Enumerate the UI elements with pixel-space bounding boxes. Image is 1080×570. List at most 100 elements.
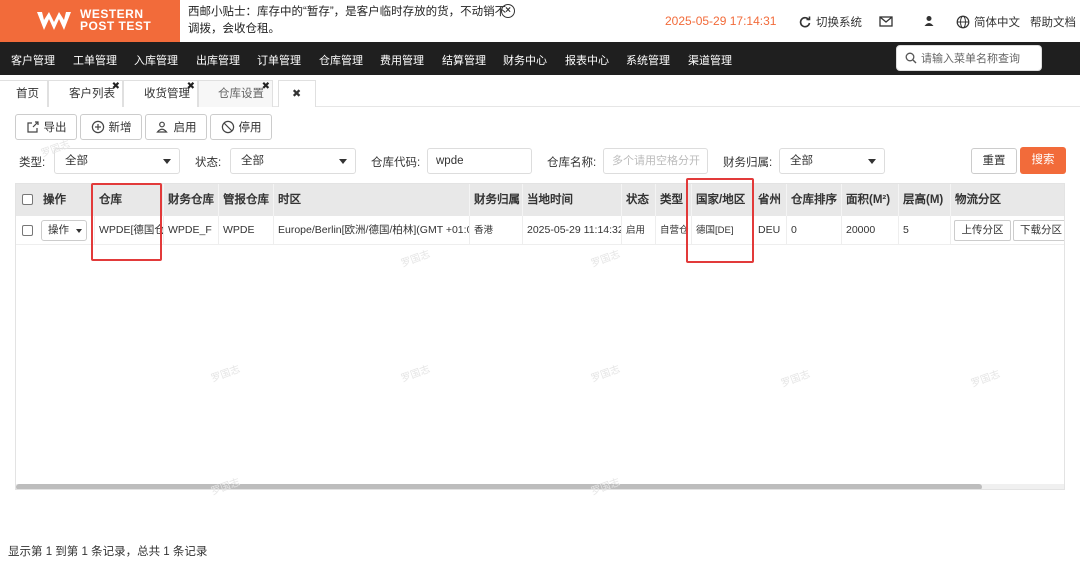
col-warehouse[interactable]: 仓库	[95, 184, 164, 216]
finance-owner-label: 财务归属:	[723, 157, 773, 169]
tab-label: 客户列表	[69, 88, 115, 100]
close-all-icon: ✖	[292, 88, 302, 100]
horizontal-scrollbar[interactable]	[16, 484, 1064, 489]
close-tab-icon[interactable]: ✖	[187, 82, 195, 92]
close-tip-icon[interactable]: ×	[501, 4, 515, 18]
finance-owner-value: 全部	[790, 155, 813, 167]
globe-icon	[956, 15, 970, 29]
warehouse-name-label: 仓库名称:	[547, 157, 597, 169]
cell-local-time: 2025-05-29 11:14:32	[523, 216, 622, 245]
enable-button[interactable]: 启用	[145, 114, 207, 140]
row-op-dropdown[interactable]: 操作	[41, 220, 87, 241]
nav-reports[interactable]: 报表中心	[565, 52, 609, 68]
tab-home[interactable]: 首页	[0, 80, 48, 107]
nav-fees[interactable]: 费用管理	[380, 52, 424, 68]
add-button[interactable]: 新增	[80, 114, 142, 140]
nav-inbound[interactable]: 入库管理	[134, 52, 178, 68]
scrollbar-thumb[interactable]	[16, 484, 982, 489]
nav-system[interactable]: 系统管理	[626, 52, 670, 68]
nav-channels[interactable]: 渠道管理	[688, 52, 732, 68]
export-icon	[26, 121, 39, 133]
cell-sort: 0	[787, 216, 842, 245]
tab-label: 收货管理	[144, 88, 190, 100]
search-button[interactable]: 搜索	[1020, 147, 1066, 174]
row-checkbox[interactable]	[22, 225, 33, 236]
tab-label: 首页	[16, 88, 39, 100]
mail-button[interactable]	[879, 14, 893, 28]
tip-banner: 西邮小贴士：库存中的“暂存”，是客户临时存放的货，不动销不调拨，会收仓租。	[188, 6, 507, 35]
upload-zone-button[interactable]: 上传分区	[954, 220, 1011, 241]
col-finance-owner[interactable]: 财务归属	[470, 184, 523, 216]
cell-status: 启用	[622, 216, 656, 245]
download-zone-button[interactable]: 下载分区	[1013, 220, 1064, 241]
warehouse-code-input[interactable]: wpde	[427, 148, 532, 174]
warehouse-code-label: 仓库代码:	[371, 157, 421, 169]
page-tabs: 首页 客户列表 ✖ 收货管理 ✖ 仓库设置 ✖ ✖	[0, 75, 1080, 107]
caret-down-icon	[339, 159, 347, 164]
logo-text: WESTERN POST TEST	[80, 7, 152, 33]
caret-down-icon	[868, 159, 876, 164]
col-op: 操作	[39, 184, 93, 216]
add-label: 新增	[108, 122, 132, 134]
tab-label: 仓库设置	[218, 88, 264, 100]
col-province[interactable]: 省州	[754, 184, 787, 216]
col-finance-wh[interactable]: 财务仓库	[164, 184, 219, 216]
col-status[interactable]: 状态	[622, 184, 656, 216]
tab-warehouse-settings[interactable]: 仓库设置 ✖	[198, 80, 273, 107]
nav-ticket[interactable]: 工单管理	[73, 52, 117, 68]
status-select[interactable]: 全部	[230, 148, 356, 174]
nav-finance[interactable]: 财务中心	[503, 52, 547, 68]
cell-area: 20000	[842, 216, 899, 245]
col-logistics-zone[interactable]: 物流分区	[951, 184, 1064, 216]
nav-orders[interactable]: 订单管理	[257, 52, 301, 68]
export-button[interactable]: 导出	[15, 114, 77, 140]
table-header: 操作 仓库 财务仓库 管报仓库 时区 财务归属 当地时间 状态 类型 国家/地区…	[16, 184, 1064, 216]
close-tab-icon[interactable]: ✖	[112, 82, 120, 92]
menu-search-placeholder: 请输入菜单名称查询	[921, 53, 1020, 65]
type-select[interactable]: 全部	[54, 148, 180, 174]
disable-button[interactable]: 停用	[210, 114, 272, 140]
tab-receiving[interactable]: 收货管理 ✖	[123, 80, 198, 107]
cell-timezone: Europe/Berlin[欧洲/德国/柏林](GMT +01:00)	[274, 216, 470, 245]
brand-logo[interactable]: WESTERN POST TEST	[0, 0, 180, 42]
finance-owner-select[interactable]: 全部	[779, 148, 885, 174]
warehouse-name-input[interactable]: 多个请用空格分开	[603, 148, 708, 174]
cell-height: 5	[899, 216, 951, 245]
cell-type: 自营仓	[656, 216, 692, 245]
ban-icon	[221, 120, 234, 134]
col-country[interactable]: 国家/地区	[692, 184, 754, 216]
status-label: 状态:	[195, 157, 222, 169]
help-docs-link[interactable]: 帮助文档	[1030, 14, 1076, 30]
col-type[interactable]: 类型	[656, 184, 692, 216]
row-op-label: 操作	[48, 224, 69, 236]
col-height[interactable]: 层高(M)	[899, 184, 951, 216]
nav-settlement[interactable]: 结算管理	[442, 52, 486, 68]
close-tab-icon[interactable]: ✖	[262, 82, 270, 92]
enable-label: 启用	[173, 122, 197, 134]
nav-customer[interactable]: 客户管理	[11, 52, 55, 68]
tab-customer-list[interactable]: 客户列表 ✖	[48, 80, 123, 107]
menu-search-input[interactable]: 请输入菜单名称查询	[896, 45, 1042, 71]
reset-button[interactable]: 重置	[971, 148, 1017, 174]
disable-label: 停用	[238, 122, 262, 134]
col-report-wh[interactable]: 管报仓库	[219, 184, 274, 216]
caret-down-icon	[163, 159, 171, 164]
nav-warehouse[interactable]: 仓库管理	[319, 52, 363, 68]
col-area[interactable]: 面积(M²)	[842, 184, 899, 216]
language-switch[interactable]: 简体中文	[956, 14, 1020, 30]
col-sort[interactable]: 仓库排序	[787, 184, 842, 216]
table-row[interactable]: WPDE[德国仓] WPDE_F WPDE Europe/Berlin[欧洲/德…	[16, 216, 1064, 245]
user-check-icon	[155, 121, 168, 133]
type-select-value: 全部	[65, 155, 88, 167]
warehouse-table: 操作 仓库 财务仓库 管报仓库 时区 财务归属 当地时间 状态 类型 国家/地区…	[15, 183, 1065, 490]
pagination-info: 显示第 1 到第 1 条记录，总共 1 条记录	[8, 546, 208, 558]
switch-system-button[interactable]: 切换系统	[798, 14, 862, 30]
user-button[interactable]	[922, 14, 936, 28]
logo-w-icon	[37, 12, 71, 30]
plus-circle-icon	[91, 120, 104, 134]
select-all-checkbox[interactable]	[22, 194, 33, 205]
close-all-tabs-button[interactable]: ✖	[278, 80, 316, 107]
nav-outbound[interactable]: 出库管理	[196, 52, 240, 68]
col-local-time[interactable]: 当地时间	[523, 184, 622, 216]
col-timezone[interactable]: 时区	[274, 184, 470, 216]
